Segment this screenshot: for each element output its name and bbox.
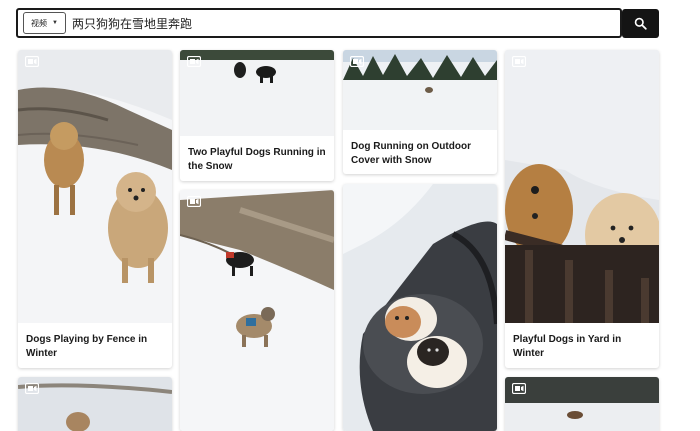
video-thumbnail [180, 190, 334, 431]
video-icon [512, 383, 526, 394]
search-results-page: 视频 ▼ 两只狗狗在雪地里奔跑 Dogs Playing by Fence in… [0, 0, 700, 431]
video-icon [187, 56, 201, 67]
video-card[interactable]: Two Playful Dogs Running in the Snow [180, 50, 334, 181]
video-icon [187, 196, 201, 207]
video-title: Two Playful Dogs Running in the Snow [188, 147, 326, 172]
search-button[interactable] [622, 9, 659, 38]
video-icon [25, 383, 39, 394]
video-thumbnail [505, 50, 659, 323]
search-input[interactable] [71, 16, 592, 30]
search-bar: 视频 ▼ [16, 8, 622, 38]
video-card[interactable]: Dogs Playing by Fence in Winter [18, 50, 172, 368]
video-title: Dog Running on Outdoor Cover with Snow [351, 141, 471, 166]
search-icon [634, 17, 647, 30]
video-thumbnail [18, 50, 172, 323]
video-card[interactable] [343, 184, 497, 431]
video-icon [512, 56, 526, 67]
video-thumbnail [180, 50, 334, 136]
video-card[interactable]: Playful Dogs in Yard in Winter [505, 50, 659, 368]
video-thumbnail [343, 184, 497, 431]
media-type-label: 视频 [31, 18, 47, 28]
video-icon [25, 56, 39, 67]
video-thumbnail [343, 50, 497, 130]
media-type-dropdown[interactable]: 视频 ▼ [23, 12, 66, 34]
video-card[interactable] [180, 190, 334, 431]
video-card[interactable] [18, 377, 172, 431]
video-card[interactable]: Dog Running on Outdoor Cover with Snow [343, 50, 497, 174]
video-title: Playful Dogs in Yard in Winter [513, 334, 622, 359]
chevron-down-icon: ▼ [52, 20, 58, 26]
video-title: Dogs Playing by Fence in Winter [26, 334, 148, 359]
video-card[interactable] [505, 377, 659, 431]
video-icon [350, 56, 364, 67]
video-thumbnail [505, 377, 659, 431]
video-thumbnail [18, 377, 172, 431]
